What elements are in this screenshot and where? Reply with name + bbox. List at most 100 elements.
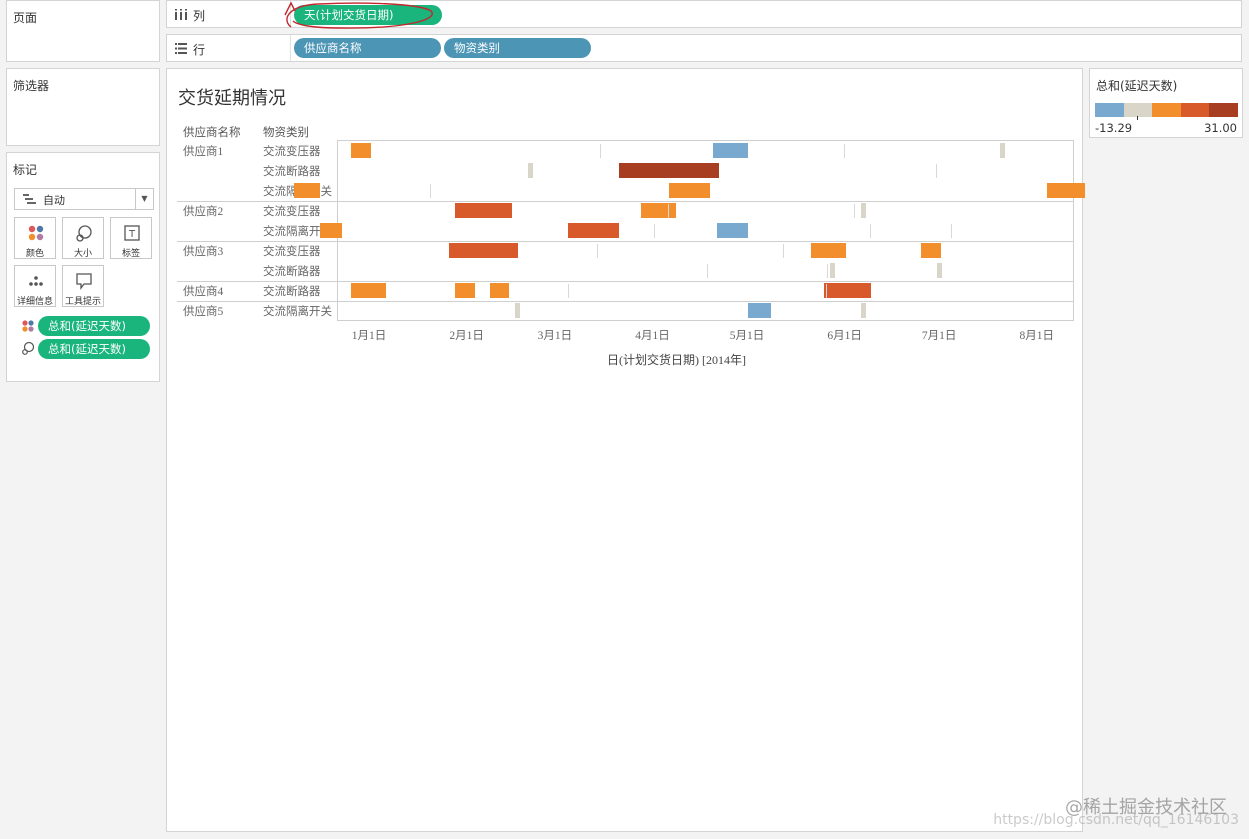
grid-tick: [951, 224, 952, 238]
gantt-bar[interactable]: [527, 163, 533, 178]
gantt-bar[interactable]: [823, 283, 871, 298]
gantt-bar[interactable]: [829, 263, 835, 278]
gantt-bar[interactable]: [937, 263, 942, 278]
gantt-bar[interactable]: [716, 223, 749, 238]
color-button[interactable]: 颜色: [14, 217, 56, 259]
columns-icon: [175, 9, 187, 20]
gantt-bar[interactable]: [1047, 183, 1086, 198]
gantt-bar[interactable]: [713, 143, 749, 158]
supplier-label: 供应商4: [183, 286, 224, 298]
tooltip-button[interactable]: 工具提示: [62, 265, 104, 307]
label-button[interactable]: T 标签: [110, 217, 152, 259]
gantt-bar[interactable]: [811, 243, 846, 258]
legend-min: -13.29: [1095, 121, 1133, 135]
legend-swatch: [1209, 103, 1238, 117]
grid-tick: [600, 144, 601, 158]
category-label: 交流断路器: [263, 166, 321, 178]
chart-title: 交货延期情况: [178, 88, 286, 109]
x-tick-label: 5月1日: [729, 330, 765, 342]
row-divider: [338, 181, 1073, 182]
legend-swatch: [1123, 103, 1153, 117]
watermark-url: https://blog.csdn.net/qq_16146103: [993, 812, 1239, 828]
gantt-bar[interactable]: [455, 283, 475, 298]
gantt-bar[interactable]: [669, 183, 711, 198]
x-tick-label: 4月1日: [635, 330, 670, 342]
color-measure-pill-label: 总和(延迟天数): [48, 319, 126, 333]
gantt-bar[interactable]: [568, 223, 619, 238]
x-tick-label: 6月1日: [827, 330, 862, 342]
legend-swatch: [1152, 103, 1181, 117]
size-icon: [22, 341, 35, 355]
group-divider: [177, 281, 1073, 282]
gantt-bar[interactable]: [861, 303, 867, 318]
category-label: 交流隔离开关: [263, 306, 332, 318]
row-divider: [338, 161, 1073, 162]
tooltip-button-label: 工具提示: [64, 297, 101, 307]
gantt-bar[interactable]: [455, 203, 512, 218]
group-divider: [177, 301, 1073, 302]
row-divider: [338, 221, 1073, 222]
grid-tick: [430, 184, 431, 198]
grid-tick: [826, 284, 827, 298]
column-pill-date[interactable]: 天(计划交货日期): [294, 5, 442, 25]
gantt-bar[interactable]: [861, 203, 867, 218]
gantt-bar[interactable]: [514, 303, 520, 318]
mark-type-dropdown[interactable]: 自动 ▼: [14, 188, 154, 210]
columns-label: 列: [193, 9, 206, 23]
size-button-label: 大小: [73, 249, 92, 259]
mark-type-icon: [23, 194, 36, 204]
category-label: 交流断路器: [263, 266, 321, 278]
chevron-down-icon[interactable]: ▼: [135, 189, 153, 209]
x-tick-label: 8月1日: [1019, 330, 1055, 342]
marks-label: 标记: [13, 163, 38, 177]
header-supplier: 供应商名称: [183, 127, 241, 139]
x-tick-label: 7月1日: [921, 330, 957, 342]
x-axis-title: 日(计划交货日期) [2014年]: [607, 353, 746, 367]
gantt-bar[interactable]: [748, 303, 771, 318]
gantt-bar[interactable]: [1000, 143, 1005, 158]
gantt-bar[interactable]: [921, 243, 941, 258]
color-dots-icon: [22, 320, 34, 332]
legend-title: 总和(延迟天数): [1096, 79, 1178, 93]
gantt-bar[interactable]: [351, 143, 371, 158]
mark-type-label: 自动: [43, 194, 65, 207]
gantt-bar[interactable]: [489, 283, 510, 298]
supplier-label: 供应商5: [183, 306, 224, 318]
size-measure-pill[interactable]: 总和(延迟天数): [38, 339, 150, 359]
color-dots-icon: [28, 225, 44, 241]
size-button[interactable]: 大小: [62, 217, 104, 259]
detail-icon: [29, 276, 43, 286]
filters-panel[interactable]: 筛选器: [6, 68, 160, 146]
legend-swatch: [1095, 103, 1124, 117]
row-pill-supplier[interactable]: 供应商名称: [294, 38, 441, 58]
pages-panel[interactable]: 页面: [6, 0, 160, 62]
pages-label: 页面: [13, 11, 38, 25]
detail-button-label: 详细信息: [16, 297, 53, 307]
gantt-bar[interactable]: [319, 223, 343, 238]
gantt-bar[interactable]: [618, 163, 719, 178]
legend-color-ramp: [1095, 103, 1238, 117]
category-label: 交流变压器: [263, 206, 321, 218]
legend-max: 31.00: [1204, 121, 1237, 135]
color-measure-pill[interactable]: 总和(延迟天数): [38, 316, 150, 336]
gantt-bar[interactable]: [351, 283, 387, 298]
grid-tick: [936, 164, 937, 178]
gantt-bar[interactable]: [294, 183, 321, 198]
category-label: 交流变压器: [263, 246, 321, 258]
supplier-label: 供应商3: [183, 246, 224, 258]
grid-tick: [707, 264, 708, 278]
row-pill-category-label: 物资类别: [454, 41, 500, 55]
label-button-label: 标签: [121, 249, 140, 259]
group-divider: [177, 241, 1073, 242]
rows-label: 行: [193, 43, 206, 57]
gantt-bar[interactable]: [640, 203, 676, 218]
grid-tick: [827, 264, 828, 278]
tooltip-icon: [76, 273, 92, 290]
detail-button[interactable]: 详细信息: [14, 265, 56, 307]
color-legend[interactable]: 总和(延迟天数) -13.29 31.00: [1089, 68, 1243, 138]
viz-panel: 交货延期情况 供应商名称 物资类别 供应商1交流变压器交流断路器交流隔离开关供应…: [166, 68, 1086, 832]
size-icon: [76, 225, 92, 242]
grid-tick: [844, 144, 845, 158]
row-pill-category[interactable]: 物资类别: [444, 38, 591, 58]
gantt-bar[interactable]: [448, 243, 518, 258]
